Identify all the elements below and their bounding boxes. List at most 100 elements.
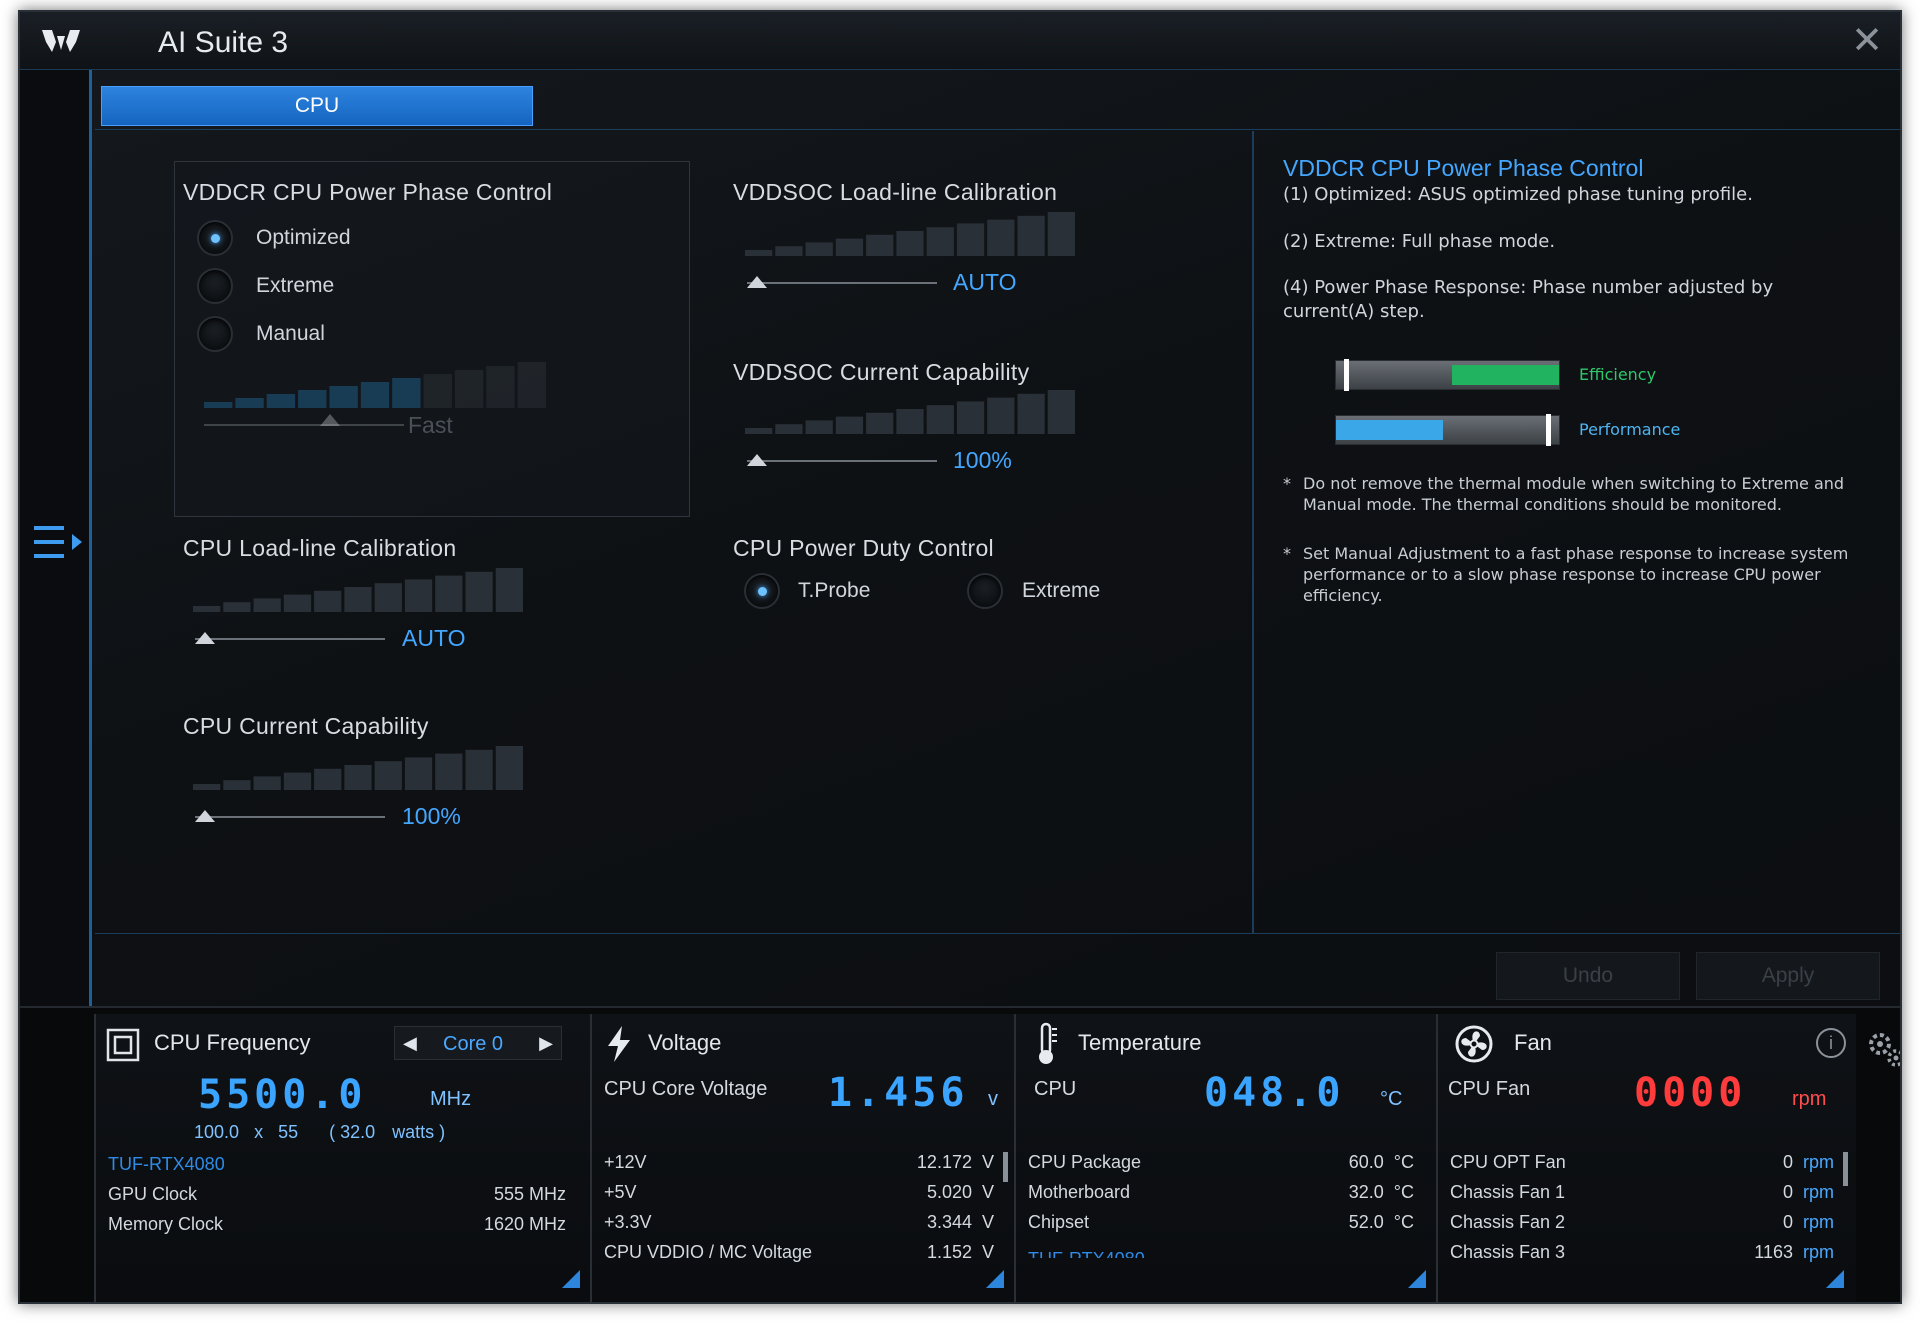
voltage-main-label: CPU Core Voltage [604,1078,768,1100]
radio-extreme[interactable] [197,268,233,304]
tab-bar: CPU [95,70,1900,130]
sensor-row-value: 0 rpm [1782,1152,1834,1172]
close-icon[interactable]: ✕ [1848,22,1886,60]
note-star: * [1283,474,1291,493]
meter-step [835,416,864,434]
gpu-row-value: 1620 MHz [483,1214,566,1234]
meter-step [835,238,864,256]
radio-tprobe-label: T.Probe [798,579,871,602]
sensor-row-label: Chipset [1028,1212,1090,1232]
bclk-multiplier: 100.0 x 55 ( 32.0 watts ) [194,1122,445,1143]
radio-manual[interactable] [197,316,233,352]
chevron-left-icon[interactable]: ◀ [403,1033,417,1054]
meter-step [266,394,296,408]
cpu-frequency-value: 5500.0 [198,1072,367,1118]
settings-gear-icon[interactable] [1866,1030,1902,1070]
meter-step [193,784,221,790]
cpu-frequency-title: CPU Frequency [154,1030,311,1055]
gpu-name-partial: TUF-RTX4080 [1028,1250,1145,1258]
meter-step [374,583,402,612]
meter-step [987,397,1015,434]
sensor-row-value: 0 rpm [1782,1212,1834,1232]
cpu-duty-title: CPU Power Duty Control [733,535,994,561]
radio-duty-extreme-label: Extreme [1022,579,1101,602]
gpu-row-value: 555 MHz [493,1184,566,1204]
radio-optimized[interactable] [197,220,233,256]
temperature-main-unit: °C [1380,1088,1403,1110]
sensor-row-value: 12.172 V [916,1152,994,1172]
voltage-panel: Voltage CPU Core Voltage 1.456 v +12V 12.… [590,1014,1014,1302]
meter-step [314,590,342,612]
power-phase-box [174,161,690,517]
sensor-row-label: CPU OPT Fan [1450,1152,1566,1172]
sensor-row-value: 32.0 °C [1348,1182,1414,1202]
cpu-llc-title: CPU Load-line Calibration [183,535,457,561]
radio-manual-label: Manual [256,322,325,345]
undo-button[interactable]: Undo [1496,952,1680,1000]
note-star: * [1283,544,1291,563]
phase-slider-track [204,424,404,426]
cpu-current-title: CPU Current Capability [183,713,429,739]
vddsoc-llc-thumb[interactable] [747,276,767,288]
window-title: AI Suite 3 [158,26,289,59]
tab-cpu[interactable]: CPU [101,86,533,126]
meter-step [344,765,372,790]
vddsoc-llc-value: AUTO [953,269,1017,295]
meter-step [404,757,433,790]
info-icon[interactable]: i [1816,1028,1846,1058]
cpu-frequency-unit: MHz [430,1088,472,1110]
radio-duty-extreme[interactable] [967,573,1003,609]
vddsoc-current-track [747,460,937,462]
left-rail [20,70,92,1006]
panel-divider [1252,131,1254,933]
meter-step [465,571,493,612]
help-note: * Set Manual Adjustment to a fast phase … [1283,543,1883,606]
meter-step [745,250,773,256]
menu-expand-icon[interactable] [32,520,88,566]
sensor-row-label: +3.3V [604,1212,652,1232]
core-selector[interactable]: ◀ Core 0 ▶ [394,1026,562,1060]
radio-tprobe[interactable] [744,573,780,609]
chevron-right-icon[interactable]: ▶ [539,1033,553,1054]
meter-step [329,386,358,408]
core-selector-value: Core 0 [443,1033,504,1055]
expand-corner-icon[interactable] [1826,1270,1844,1288]
sensor-row-value: 1163 rpm [1754,1242,1834,1262]
expand-corner-icon[interactable] [986,1270,1004,1288]
panel-divider [95,933,1900,934]
efficiency-bar-fill [1451,365,1559,385]
sensor-row-label: Chassis Fan 2 [1450,1212,1566,1232]
status-bar: CPU Frequency ◀ Core 0 ▶ 5500.0 MHz 100.… [20,1006,1902,1302]
phase-slider-thumb[interactable] [320,414,340,426]
meter-step [404,579,433,612]
fan-main-value: 0000 [1634,1070,1747,1116]
meter-step [1017,393,1045,434]
meter-step [204,402,233,408]
performance-marker [1546,414,1551,446]
lightning-icon [608,1026,630,1062]
cpu-llc-thumb[interactable] [195,632,215,644]
fan-panel: Fan i CPU Fan 0000 rpm CPU OPT Fan 0 rpm Ch… [1436,1014,1856,1302]
meter-step [235,398,264,408]
sensor-row-label: CPU VDDIO / MC Voltage [604,1242,813,1262]
tuf-logo-icon [42,30,80,52]
radio-extreme-label: Extreme [256,274,335,297]
vddsoc-current-thumb[interactable] [747,454,767,466]
meter-step [435,575,463,612]
apply-button[interactable]: Apply [1696,952,1880,1000]
thermometer-icon [1039,1022,1057,1064]
sensor-row-value: 60.0 °C [1348,1152,1414,1172]
sensor-row-label: +5V [604,1182,637,1202]
sensor-row-label: Motherboard [1028,1182,1131,1202]
meter-step [517,362,546,408]
cpu-chip-icon [106,1028,140,1062]
sensor-row-label: Chassis Fan 3 [1450,1242,1566,1262]
cpu-current-thumb[interactable] [195,810,215,822]
expand-corner-icon[interactable] [1408,1270,1426,1288]
voltage-scrollbar[interactable] [1003,1152,1008,1182]
fan-main-unit: rpm [1792,1088,1827,1110]
expand-corner-icon[interactable] [562,1270,580,1288]
fan-scrollbar[interactable] [1843,1152,1848,1186]
voltage-main-unit: v [988,1088,998,1110]
gpu-name: TUF-RTX4080 [108,1154,225,1174]
